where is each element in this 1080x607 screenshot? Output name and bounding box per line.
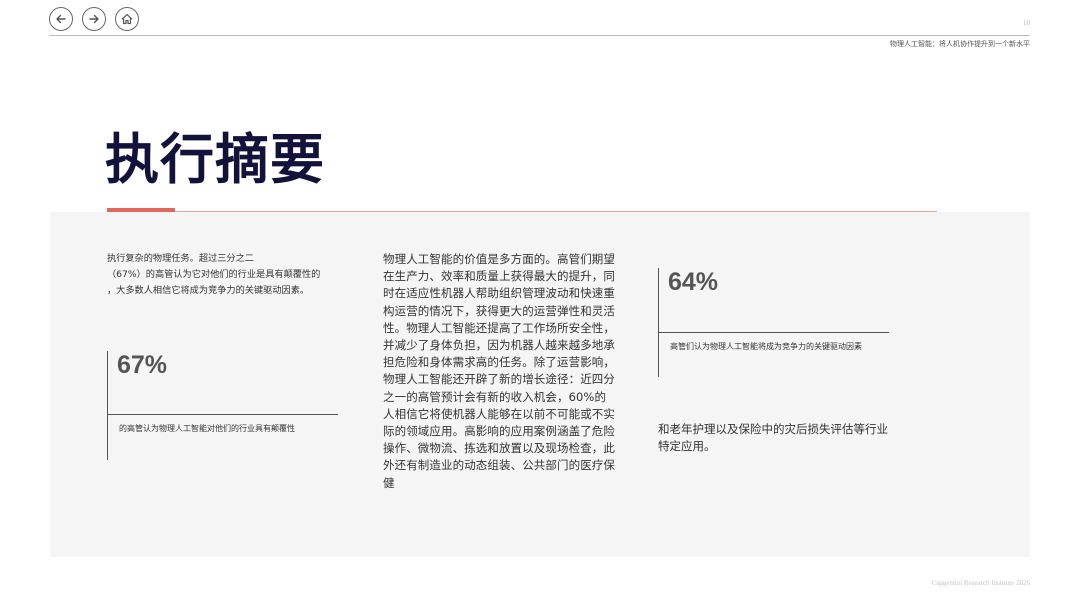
stat-value: 64%: [668, 268, 719, 296]
footer-credit: Capgemini Research Institute 2026: [931, 579, 1030, 587]
column1-paragraph: 执行复杂的物理任务。超过三分之二 （67%）的高管认为它对他们的行业是具有颠覆性…: [107, 253, 321, 296]
stat-caption: 高管们认为物理人工智能将成为竞争力的关键驱动因素: [670, 342, 862, 351]
navigation-bar: [49, 7, 139, 31]
title-accent-bar: [107, 208, 175, 212]
home-icon: [121, 13, 133, 25]
stat-67-callout: 67% 的高管认为物理人工智能对他们的行业具有颠覆性: [107, 351, 338, 460]
stat-divider: [659, 332, 889, 333]
column2-paragraph: 物理人工智能的价值是多方面的。高管们期望在生产力、效率和质量上获得最大的提升，同…: [383, 252, 615, 490]
column3-paragraph: 和老年护理以及保险中的灾后损失评估等行业特定应用。: [658, 422, 888, 454]
home-button[interactable]: [115, 7, 139, 31]
stat-value: 67%: [117, 351, 168, 379]
arrow-left-icon: [56, 14, 66, 24]
page-title: 执行摘要: [105, 128, 325, 191]
header-divider: [49, 35, 1030, 36]
stat-caption: 的高管认为物理人工智能对他们的行业具有颠覆性: [119, 424, 295, 433]
back-button[interactable]: [49, 7, 73, 31]
arrow-right-icon: [89, 14, 99, 24]
stat-64-callout: 64% 高管们认为物理人工智能将成为竞争力的关键驱动因素: [658, 268, 889, 377]
running-title: 物理人工智能：将人机协作提升到一个新水平: [890, 40, 1030, 48]
page-number: 10: [1023, 19, 1030, 27]
forward-button[interactable]: [82, 7, 106, 31]
title-underline: [107, 211, 937, 212]
stat-divider: [108, 414, 338, 415]
